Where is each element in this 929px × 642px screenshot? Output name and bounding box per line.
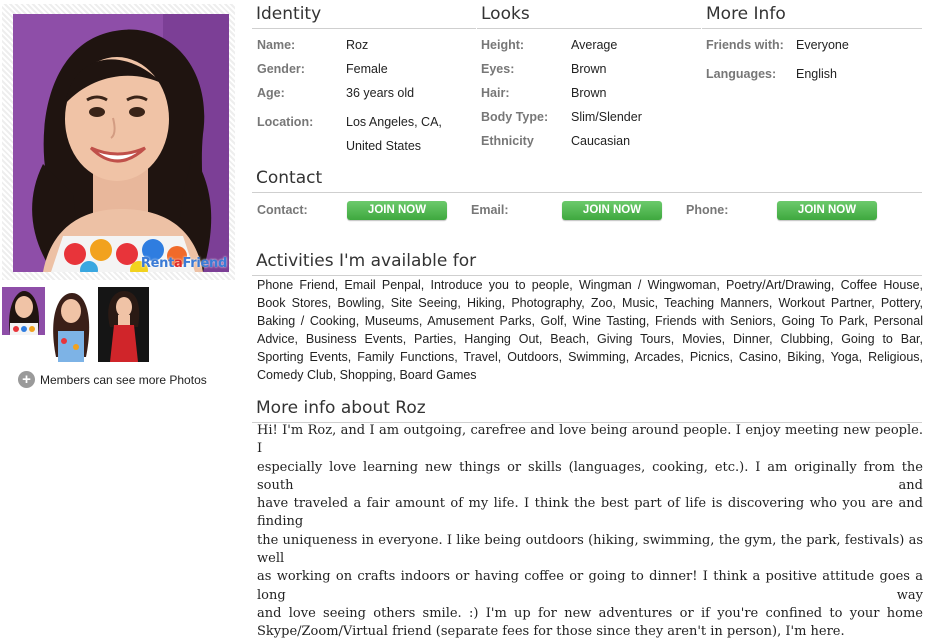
plus-icon: + xyxy=(18,371,35,388)
about-line: the uniqueness in everyone. I like being… xyxy=(257,532,923,567)
friends-with-value: Everyone xyxy=(796,38,849,52)
activities-line: Book Stores, Bowling, Site Seeing, Hikin… xyxy=(257,296,923,310)
email-label: Email: xyxy=(471,203,509,217)
about-line: have traveled a fair amount of my life. … xyxy=(257,496,923,530)
activities-line: Baking / Cooking, Museums, Amusement Par… xyxy=(257,314,923,328)
phone-join-button[interactable]: JOIN NOW xyxy=(777,201,877,220)
ethnicity-value: Caucasian xyxy=(571,134,631,148)
activities-heading: Activities I'm available for xyxy=(252,251,922,276)
gender-value: Female xyxy=(346,62,388,76)
gender-label: Gender: xyxy=(257,62,305,76)
location-value-line1: Los Angeles, CA, xyxy=(346,115,442,129)
profile-portrait xyxy=(13,14,229,272)
activities-line: Advice, Business Events, Parties, Hangin… xyxy=(257,332,923,346)
languages-label: Languages: xyxy=(706,67,777,81)
about-heading: More info about Roz xyxy=(252,398,922,423)
body-type-value: Slim/Slender xyxy=(571,110,642,124)
about-line: especially love learning new things or s… xyxy=(257,459,923,493)
name-value: Roz xyxy=(346,38,369,52)
eyes-label: Eyes: xyxy=(481,62,515,76)
main-profile-photo[interactable]: RentaFriend xyxy=(13,14,229,272)
activities-list: Phone Friend, Email Penpal, Introduce yo… xyxy=(257,276,923,384)
about-line: as working on crafts indoors or having c… xyxy=(257,569,923,603)
watermark-logo: RentaFriend xyxy=(140,256,227,271)
hair-value: Brown xyxy=(571,86,607,100)
friends-with-label: Friends with: xyxy=(706,38,784,52)
height-value: Average xyxy=(571,38,618,52)
photo-thumbnail[interactable] xyxy=(98,287,149,362)
contact-join-button[interactable]: JOIN NOW xyxy=(347,201,447,220)
activities-line: Sporting Events, Family Functions, Trave… xyxy=(257,350,923,364)
location-value-line2: United States xyxy=(346,139,422,153)
name-label: Name: xyxy=(257,38,296,52)
height-label: Height: xyxy=(481,38,525,52)
body-type-label: Body Type: xyxy=(481,110,549,124)
age-label: Age: xyxy=(257,86,285,100)
photo-thumbnail[interactable] xyxy=(46,287,96,362)
more-photos-link[interactable]: + Members can see more Photos xyxy=(18,371,207,388)
hair-label: Hair: xyxy=(481,86,510,100)
looks-heading: Looks xyxy=(477,4,701,29)
email-join-button[interactable]: JOIN NOW xyxy=(562,201,662,220)
contact-label: Contact: xyxy=(257,203,308,217)
languages-value: English xyxy=(796,67,837,81)
age-value: 36 years old xyxy=(346,86,415,100)
identity-heading: Identity xyxy=(252,4,476,29)
location-label: Location: xyxy=(257,115,314,129)
about-text: Hi! I'm Roz, and I am outgoing, carefree… xyxy=(257,422,923,642)
eyes-value: Brown xyxy=(571,62,607,76)
about-line: Skype/Zoom/Virtual friend (separate fees… xyxy=(257,624,845,640)
main-photo-frame: RentaFriend xyxy=(2,4,235,280)
activities-line: Comedy Club, Shopping, Board Games xyxy=(257,368,477,382)
activities-line: Phone Friend, Email Penpal, Introduce yo… xyxy=(257,278,923,292)
ethnicity-label: Ethnicity xyxy=(481,134,534,148)
about-line: Hi! I'm Roz, and I am outgoing, carefree… xyxy=(257,423,923,457)
photo-thumbnail[interactable] xyxy=(2,287,45,335)
more-photos-label: Members can see more Photos xyxy=(40,372,207,387)
contact-heading: Contact xyxy=(252,168,922,193)
phone-label: Phone: xyxy=(686,203,729,217)
more-info-heading: More Info xyxy=(702,4,922,29)
about-line: and love seeing others smile. :) I'm up … xyxy=(257,605,923,621)
